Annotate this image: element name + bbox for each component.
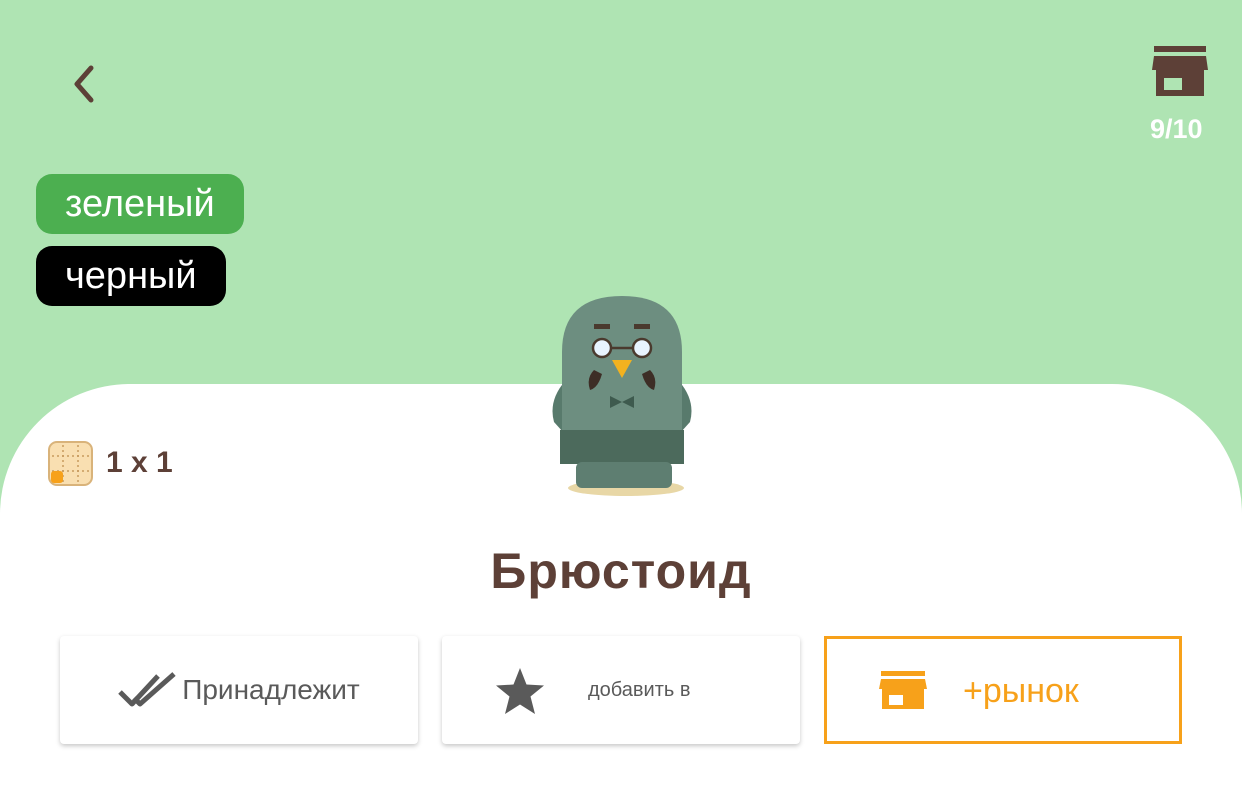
market-label: +рынок: [963, 672, 1079, 710]
store-count: 9/10: [1150, 114, 1203, 144]
store-icon: [879, 671, 927, 709]
grid-size-icon: [48, 441, 93, 486]
market-button[interactable]: +рынок: [824, 636, 1182, 744]
store-icon: [1152, 46, 1208, 96]
item-size: 1 x 1: [106, 446, 173, 479]
owned-label: Принадлежит: [182, 674, 360, 705]
owned-button[interactable]: Принадлежит: [60, 636, 418, 744]
favorite-label: добавить в: [588, 679, 691, 701]
tag-black: черный: [36, 246, 226, 306]
double-check-icon: [118, 672, 176, 707]
store-button[interactable]: [1140, 46, 1220, 103]
back-button[interactable]: [58, 58, 110, 110]
item-title: Брюстоид: [490, 543, 752, 599]
star-icon: [496, 668, 544, 714]
chevron-left-icon: [74, 65, 94, 103]
favorite-button[interactable]: добавить в: [442, 636, 800, 744]
tag-green: зеленый: [36, 174, 244, 234]
pigeon-figure-icon: [552, 296, 692, 496]
